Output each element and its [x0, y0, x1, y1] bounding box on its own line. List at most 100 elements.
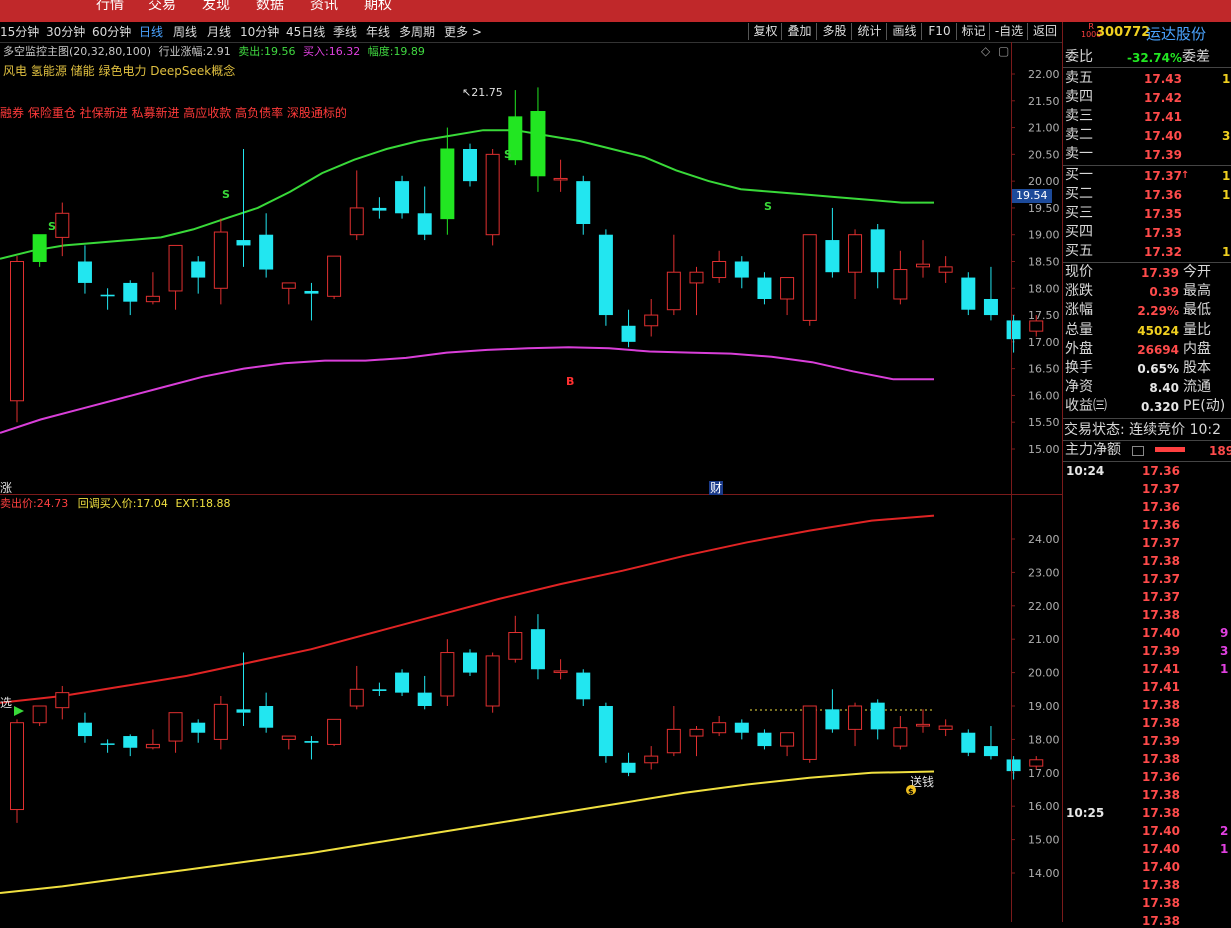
sub-candle — [372, 689, 387, 691]
tick-price: 17.36 — [1142, 518, 1180, 532]
sub-y-tick-label: 22.00 — [1028, 600, 1060, 613]
main-candle — [100, 294, 115, 297]
sub-candle — [938, 725, 953, 730]
main-y-tick-label: 16.50 — [1028, 363, 1060, 376]
main-y-tick-label: 15.00 — [1028, 443, 1060, 456]
ask-label: 卖四 — [1065, 89, 1093, 105]
tick-price: 17.39 — [1142, 644, 1180, 658]
sub-candle — [576, 672, 591, 700]
sub-y-tick-label: 19.00 — [1028, 700, 1060, 713]
main-candle — [576, 181, 591, 224]
tick-price: 17.38 — [1142, 698, 1180, 712]
ask-label: 卖二 — [1065, 127, 1093, 143]
tick-time: 10:25 — [1066, 806, 1105, 820]
main-candle — [395, 181, 410, 214]
stat-value: 17.39 — [1141, 266, 1179, 280]
stat-label: 总量 — [1065, 321, 1093, 338]
stat-label-2: 内盘 — [1183, 340, 1211, 357]
sub-candle — [463, 652, 477, 673]
main-flow-bar — [1155, 447, 1185, 452]
tick-price: 17.36 — [1142, 500, 1180, 514]
main-candle — [463, 148, 477, 182]
panel-separator — [0, 494, 1063, 495]
sub-candle — [530, 629, 545, 670]
main-candle — [349, 207, 364, 236]
sub-candle — [893, 727, 908, 747]
coin-symbol: $ — [908, 787, 914, 796]
tick-volume: 3 — [1220, 644, 1229, 658]
sub-candle — [870, 702, 885, 730]
stat-value: 26694 — [1137, 342, 1179, 357]
stock-code: 300772 — [1096, 25, 1151, 40]
main-y-tick-label: 18.00 — [1028, 282, 1060, 295]
main-y-tick-label: 21.00 — [1028, 122, 1060, 135]
main-y-tick-label: 16.00 — [1028, 389, 1060, 402]
sub-candle — [32, 705, 47, 724]
tick-price: 17.36 — [1142, 464, 1180, 478]
ask-price: 17.39 — [1144, 148, 1182, 162]
sub-candle — [1006, 759, 1021, 772]
bid-label: 买三 — [1065, 205, 1093, 221]
ask-price: 17.41 — [1144, 110, 1182, 124]
sub-candle — [100, 743, 115, 745]
sub-candle — [734, 722, 749, 733]
main-candle — [1029, 320, 1044, 332]
high-price-marker: ↖21.75 — [462, 86, 503, 99]
axis-separator-sub — [1011, 495, 1012, 922]
sub-candle — [848, 705, 863, 730]
ask-label: 卖一 — [1065, 146, 1093, 162]
sub-candle — [395, 672, 410, 693]
bid-price: 17.37 — [1144, 169, 1182, 183]
main-y-tick-label: 15.50 — [1028, 416, 1060, 429]
sub-candle — [1029, 759, 1044, 767]
main-candle — [55, 212, 70, 238]
axis-separator-main — [1011, 42, 1012, 494]
main-y-tick-label: 21.50 — [1028, 95, 1060, 108]
sub-candle — [168, 712, 183, 742]
main-candle — [1006, 320, 1021, 340]
tick-volume: 9 — [1220, 626, 1229, 640]
current-price-tag: 19.54 — [1012, 189, 1052, 203]
main-candle — [372, 207, 387, 211]
sub-candle — [825, 709, 840, 730]
main-candle — [780, 277, 795, 300]
main-candle — [848, 234, 863, 273]
sub-y-tick-label: 20.00 — [1028, 667, 1060, 680]
tick-price: 17.38 — [1142, 878, 1180, 892]
main-y-tick-label: 19.50 — [1028, 202, 1060, 215]
main-candle — [236, 240, 251, 246]
tick-price: 17.38 — [1142, 914, 1180, 928]
main-candle — [191, 261, 206, 278]
tick-price: 17.38 — [1142, 752, 1180, 766]
sub-candle — [666, 728, 681, 754]
pick-arrow-icon — [14, 706, 24, 716]
sub-candle — [621, 762, 636, 773]
sub-candle — [77, 722, 92, 737]
main-candle — [621, 325, 636, 342]
tick-volume: 1 — [1220, 662, 1229, 676]
sub-candle — [598, 706, 613, 757]
sub-candle — [55, 692, 70, 709]
bid-label: 买四 — [1065, 224, 1093, 240]
divider — [1063, 461, 1231, 462]
bid-volume: 1 — [1222, 169, 1231, 183]
stat-label: 收益㈢ — [1065, 398, 1107, 415]
main-candle — [734, 261, 749, 278]
buy-band-line — [0, 346, 934, 434]
stat-value: 45024 — [1137, 323, 1179, 338]
stat-label: 现价 — [1065, 264, 1093, 280]
stat-label-2: 股本 — [1183, 360, 1211, 376]
stat-label: 外盘 — [1065, 340, 1093, 357]
main-candle — [598, 234, 613, 316]
tick-price: 17.40 — [1142, 626, 1180, 640]
sub-candle — [349, 688, 364, 707]
sub-y-tick-label: 16.00 — [1028, 800, 1060, 813]
main-candle — [916, 263, 930, 268]
kline-chart[interactable]: 22.00 21.50 21.00 20.50 20.00 19.50 19.00 18.50… — [0, 0, 1063, 922]
sub-candle — [689, 728, 704, 737]
main-candle — [417, 213, 432, 235]
bid-price: 17.36 — [1144, 188, 1182, 202]
tick-price: 17.38 — [1142, 554, 1180, 568]
stock-name[interactable]: 运达股份 — [1146, 23, 1206, 44]
sub-y-tick-label: 21.00 — [1028, 633, 1060, 646]
